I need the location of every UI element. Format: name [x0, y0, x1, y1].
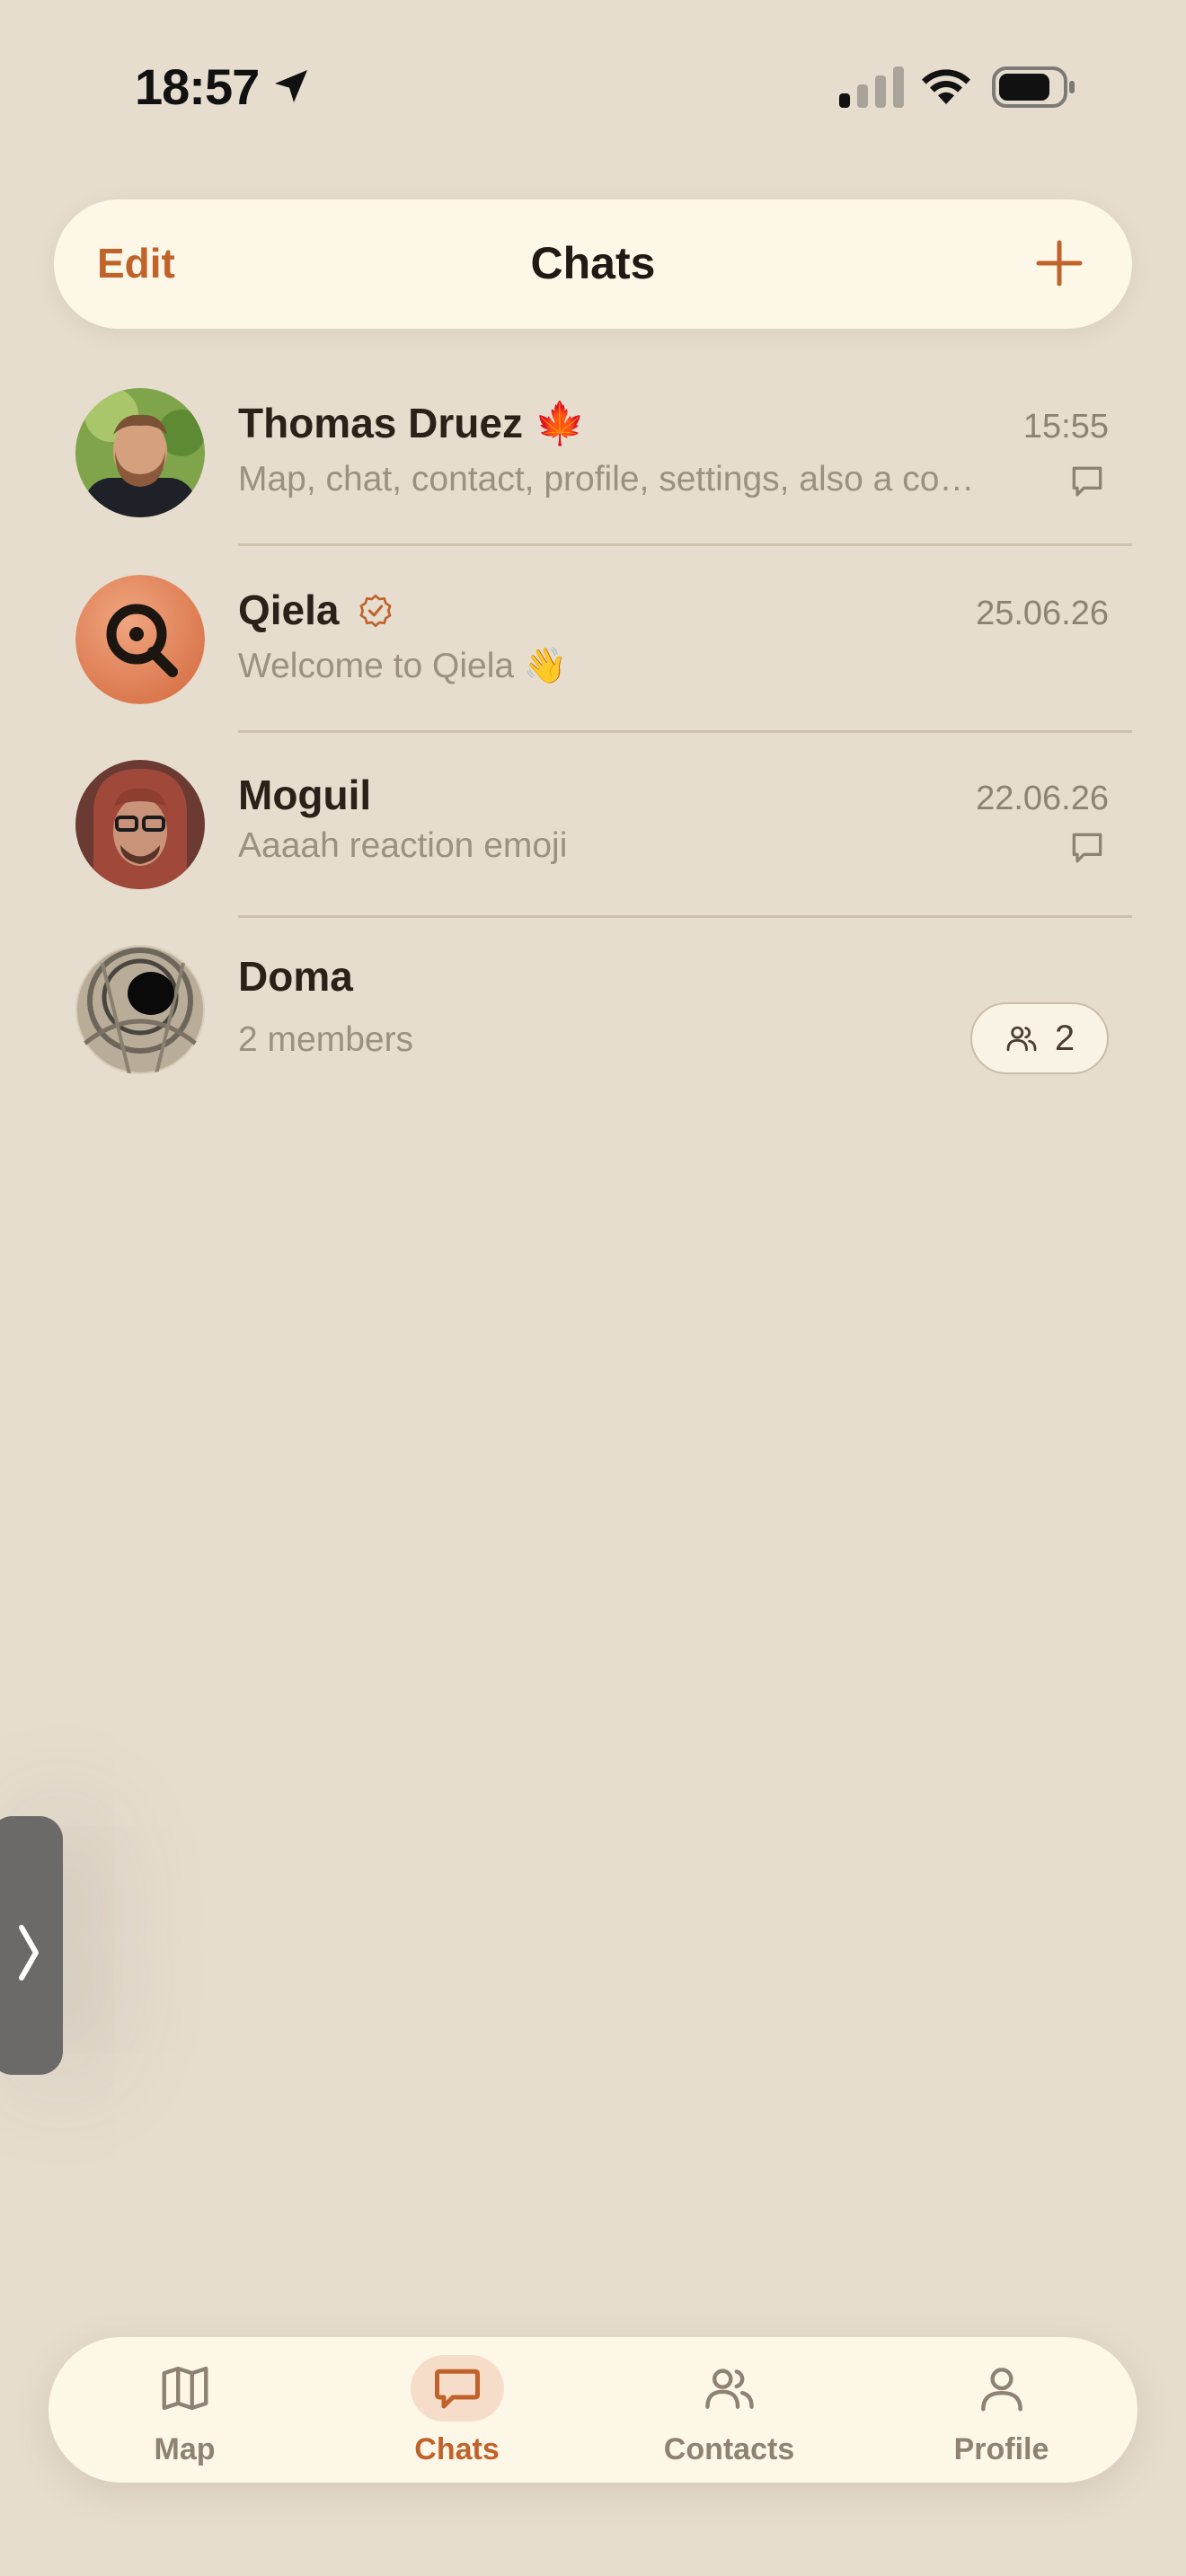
status-time: 18:57 [135, 58, 260, 115]
tab-label: Contacts [663, 2432, 795, 2466]
tab-label: Profile [953, 2432, 1049, 2466]
chat-time: 25.06.26 [976, 595, 1109, 632]
tab-chats[interactable]: Chats [321, 2337, 593, 2483]
tab-label: Map [154, 2432, 216, 2466]
plus-icon[interactable] [1028, 232, 1091, 295]
chat-name: Qiela [238, 587, 340, 633]
wifi-icon [922, 69, 970, 104]
signal-icon [839, 66, 904, 108]
chat-time: 22.06.26 [976, 780, 1109, 817]
profile-icon [955, 2355, 1049, 2422]
tab-bar: Map Chats Contacts Profile [49, 2337, 1137, 2483]
chat-preview: Welcome to Qiela 👋 [238, 647, 568, 685]
tab-map[interactable]: Map [49, 2337, 321, 2483]
status-bar: 18:57 [0, 0, 1186, 171]
chats-header: Edit Chats [54, 199, 1132, 329]
group-icon [1006, 1026, 1037, 1052]
battery-icon [992, 66, 1075, 108]
chat-name: Doma [238, 953, 353, 1000]
message-bubble-icon [1072, 466, 1102, 497]
location-arrow-icon [275, 70, 307, 102]
contacts-icon [683, 2355, 776, 2422]
members-count-badge[interactable]: 2 [970, 1002, 1109, 1074]
message-bubble-icon [1072, 833, 1102, 863]
tab-contacts[interactable]: Contacts [593, 2337, 865, 2483]
avatar [75, 945, 205, 1074]
side-panel-handle[interactable] [0, 1816, 63, 2075]
tab-profile[interactable]: Profile [865, 2337, 1137, 2483]
chat-preview: 2 members [238, 1020, 414, 1059]
chat-row-thomas-druez[interactable]: Thomas Druez 🍁 15:55 Map, chat, contact,… [0, 377, 1186, 546]
chat-preview: Aaaah reaction emoji [238, 826, 568, 865]
tab-label: Chats [414, 2432, 500, 2466]
page-title: Chats [530, 238, 656, 288]
chat-name: Moguil [238, 772, 372, 818]
chat-icon [410, 2355, 504, 2422]
avatar [75, 760, 205, 889]
chats-screen: 18:57 Edit Chats Thomas Druez 🍁 15:55 Ma… [0, 0, 1186, 2576]
edit-button[interactable]: Edit [97, 239, 175, 287]
avatar [75, 388, 205, 517]
members-count: 2 [1054, 1018, 1075, 1058]
map-icon [138, 2355, 232, 2422]
chevron-right-icon [19, 1925, 39, 1981]
chat-preview: Map, chat, contact, profile, settings, a… [238, 460, 975, 498]
avatar [75, 575, 205, 704]
chat-list: Thomas Druez 🍁 15:55 Map, chat, contact,… [0, 377, 1186, 1098]
chat-row-qiela[interactable]: Qiela 25.06.26 Welcome to Qiela 👋 [0, 546, 1186, 733]
verified-badge-icon [359, 594, 392, 628]
chat-time: 15:55 [1022, 408, 1109, 446]
chat-row-moguil[interactable]: Moguil 22.06.26 Aaaah reaction emoji [0, 733, 1186, 918]
chat-name: Thomas Druez 🍁 [238, 400, 587, 446]
